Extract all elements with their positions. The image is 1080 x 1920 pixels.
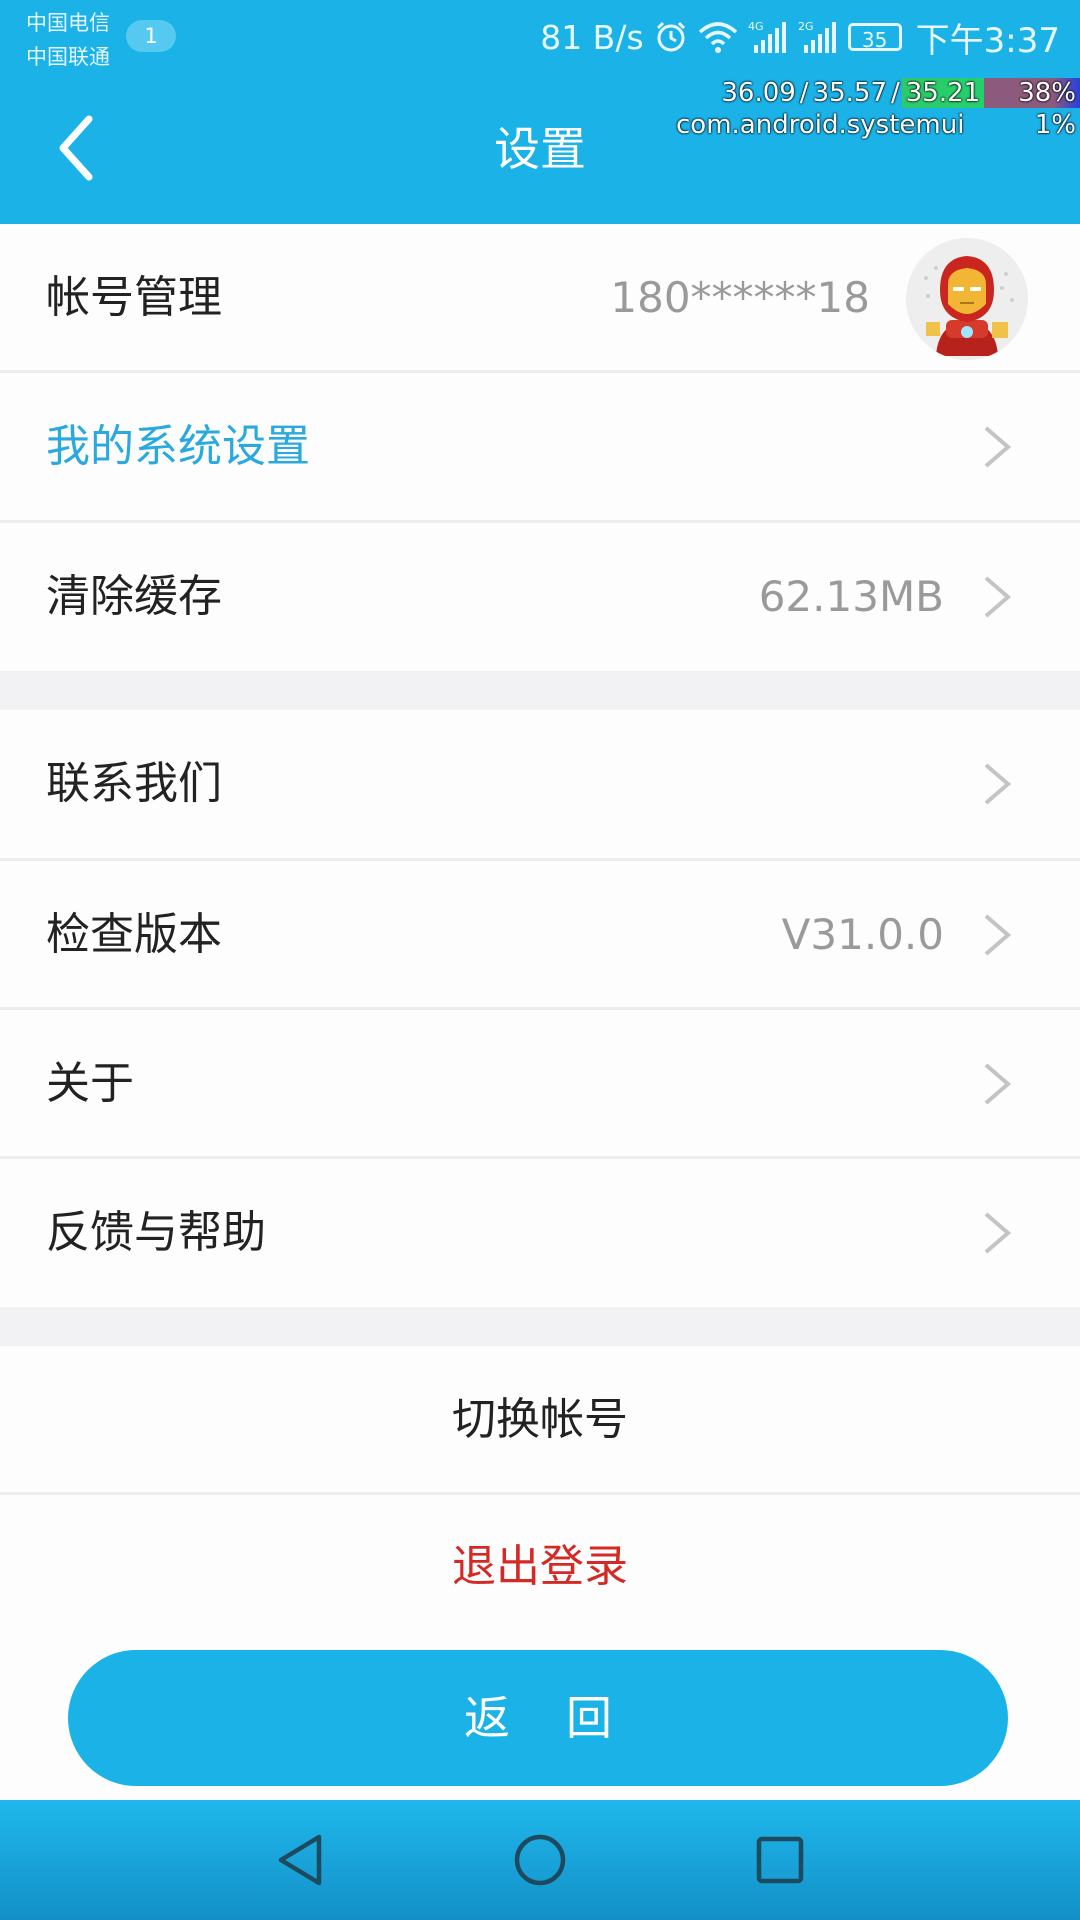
sim-badge: 1 (126, 20, 176, 52)
version-value: V31.0.0 (781, 910, 944, 959)
settings-row-system[interactable]: 我的系统设置 (0, 373, 1080, 521)
nav-home-button[interactable] (500, 1824, 580, 1896)
triangle-back-icon (278, 1834, 322, 1886)
account-label: 帐号管理 (46, 272, 222, 323)
app-header: 中国电信 中国联通 1 81 B/s 4G 2G 35 下午3:37 36.09… (0, 0, 1080, 224)
chevron-left-icon (59, 115, 93, 181)
load-separator: / (799, 78, 809, 108)
total-cpu: 38% (984, 78, 1080, 108)
chevron-right-icon (984, 763, 1012, 805)
process-cpu: 1% (1034, 110, 1076, 140)
square-recents-icon (756, 1836, 804, 1884)
cache-label: 清除缓存 (46, 571, 222, 622)
chevron-right-icon (984, 426, 1012, 468)
load-2: 35.57 (812, 78, 887, 108)
logout-button[interactable]: 退出登录 (0, 1495, 1080, 1615)
cache-size: 62.13MB (758, 572, 944, 621)
net-speed: 81 B/s (540, 17, 644, 57)
nav-recents-button[interactable] (740, 1824, 820, 1896)
settings-row-cache[interactable]: 清除缓存 62.13MB (0, 523, 1080, 671)
contact-label: 联系我们 (46, 758, 222, 809)
version-label: 检查版本 (46, 909, 222, 960)
wifi-icon (698, 20, 738, 54)
chevron-right-icon (984, 576, 1012, 618)
feedback-label: 反馈与帮助 (46, 1207, 266, 1258)
circle-home-icon (514, 1834, 566, 1886)
logout-label: 退出登录 (452, 1541, 628, 1592)
chevron-right-icon (984, 914, 1012, 956)
signal-2g-icon: 2G (798, 19, 838, 55)
load-3: 35.21 (901, 78, 985, 108)
perf-overlay-load: 36.09 / 35.57 / 35.21 38% (719, 76, 1080, 110)
alarm-icon (654, 20, 688, 54)
perf-overlay-process: com.android.systemui 1% (676, 110, 1076, 142)
svg-text:4G: 4G (748, 20, 764, 33)
status-icons: 81 B/s 4G 2G 35 下午3:37 (540, 14, 1060, 61)
load-1: 36.09 (721, 78, 796, 108)
carrier-1: 中国电信 (26, 11, 110, 35)
avatar[interactable] (906, 238, 1028, 360)
back-button[interactable] (40, 108, 110, 188)
settings-row-contact[interactable]: 联系我们 (0, 710, 1080, 858)
svg-text:2G: 2G (798, 20, 814, 33)
chevron-right-icon (984, 1212, 1012, 1254)
battery-icon: 35 (847, 23, 902, 52)
screen: 中国电信 中国联通 1 81 B/s 4G 2G 35 下午3:37 36.09… (0, 0, 1080, 1920)
carrier-info: 中国电信 中国联通 (26, 6, 110, 74)
nav-back-button[interactable] (260, 1824, 340, 1896)
signal-4g-icon: 4G (748, 19, 788, 55)
chevron-right-icon (984, 1063, 1012, 1105)
clock: 下午3:37 (915, 20, 1060, 61)
settings-row-about[interactable]: 关于 (0, 1010, 1080, 1158)
settings-row-account[interactable]: 帐号管理 180******18 (0, 224, 1080, 372)
account-phone: 180******18 (610, 273, 870, 322)
settings-row-version[interactable]: 检查版本 V31.0.0 (0, 861, 1080, 1009)
settings-row-feedback[interactable]: 反馈与帮助 (0, 1159, 1080, 1307)
carrier-2: 中国联通 (26, 45, 110, 69)
about-label: 关于 (46, 1058, 134, 1109)
switch-account-button[interactable]: 切换帐号 (0, 1346, 1080, 1494)
load-separator: / (891, 78, 900, 108)
system-nav-bar (0, 1800, 1080, 1920)
return-button[interactable]: 返回 (68, 1650, 1008, 1786)
system-settings-label: 我的系统设置 (46, 421, 310, 472)
process-name: com.android.systemui (676, 110, 965, 140)
